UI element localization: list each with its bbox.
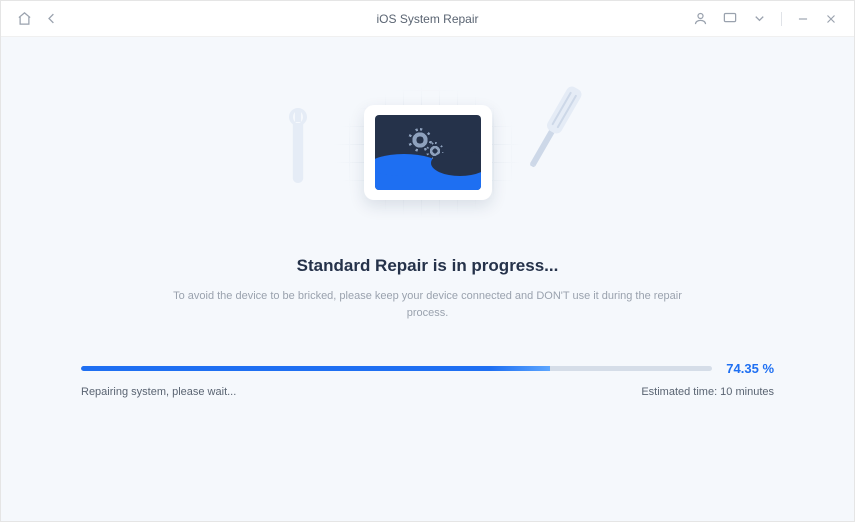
progress-warning: To avoid the device to be bricked, pleas…: [168, 288, 688, 321]
app-window: iOS System Repair: [0, 0, 855, 522]
user-icon[interactable]: [693, 11, 708, 26]
window-title: iOS System Repair: [376, 12, 478, 26]
minimize-icon[interactable]: [796, 12, 810, 26]
progress-section: 74.35 % Repairing system, please wait...…: [81, 361, 774, 398]
progress-fill: [81, 366, 550, 371]
device-screen: [375, 115, 481, 190]
progress-percent: 74.35 %: [726, 361, 774, 376]
repair-illustration: [313, 72, 543, 232]
back-icon[interactable]: [44, 11, 59, 26]
progress-labels: Repairing system, please wait... Estimat…: [81, 386, 774, 398]
titlebar: iOS System Repair: [1, 1, 854, 37]
progress-heading: Standard Repair is in progress...: [297, 256, 559, 276]
eta-text: Estimated time: 10 minutes: [641, 386, 774, 398]
progress-row: 74.35 %: [81, 361, 774, 376]
content-area: Standard Repair is in progress... To avo…: [1, 37, 854, 521]
wrench-icon: [281, 108, 315, 193]
progress-bar: [81, 366, 712, 371]
wave-decoration: [375, 164, 481, 190]
status-text: Repairing system, please wait...: [81, 386, 236, 398]
titlebar-left: [17, 11, 59, 26]
device-frame: [364, 105, 492, 200]
feedback-icon[interactable]: [722, 11, 738, 26]
titlebar-right: [693, 11, 838, 26]
gear-icon: [411, 131, 429, 149]
home-icon[interactable]: [17, 11, 32, 26]
close-icon[interactable]: [824, 12, 838, 26]
chevron-down-icon[interactable]: [752, 11, 767, 26]
divider: [781, 12, 782, 26]
